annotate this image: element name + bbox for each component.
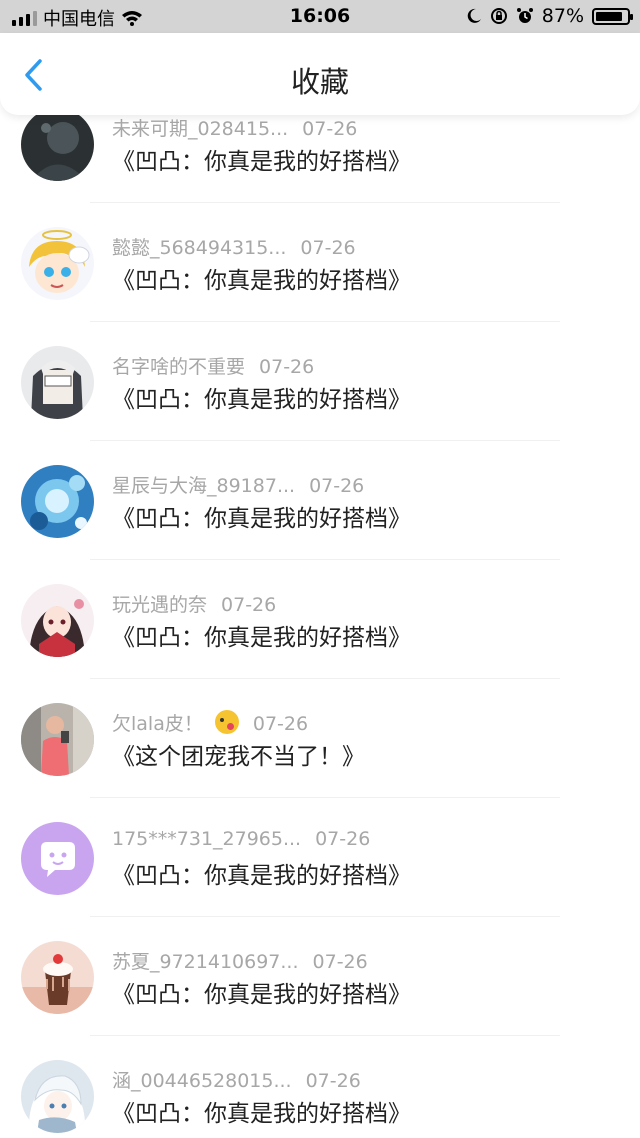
default-purple-avatar <box>21 822 94 895</box>
work-title[interactable]: 《凹凸：你真是我的好搭档》 <box>112 856 411 890</box>
list-item[interactable]: 175***731_27965... 07-26 《凹凸：你真是我的好搭档》 <box>0 798 640 917</box>
username[interactable]: 名字啥的不重要 <box>112 356 245 378</box>
username[interactable]: 星辰与大海_89187... <box>112 475 295 497</box>
item-meta: 涵_00446528015... 07-26 <box>112 1066 361 1093</box>
battery-percent: 87% <box>541 5 584 27</box>
avatar[interactable] <box>21 227 94 300</box>
work-title[interactable]: 《凹凸：你真是我的好搭档》 <box>112 618 411 652</box>
username[interactable]: 175***731_27965... <box>112 828 301 850</box>
battery-icon <box>592 7 633 25</box>
rotation-lock-icon <box>490 8 507 24</box>
avatar[interactable] <box>21 822 94 895</box>
username[interactable]: 懿懿_568494315... <box>112 237 286 259</box>
status-bar: 中国电信 16:06 87% <box>0 0 640 33</box>
avatar[interactable] <box>21 941 94 1014</box>
blue-art-avatar <box>21 465 94 538</box>
list-item[interactable]: 星辰与大海_89187... 07-26 《凹凸：你真是我的好搭档》 <box>0 441 640 560</box>
item-meta: 未来可期_028415... 07-26 <box>112 114 357 141</box>
item-meta: 名字啥的不重要 07-26 <box>112 352 314 379</box>
item-date: 07-26 <box>221 594 277 616</box>
avatar[interactable] <box>21 1060 94 1133</box>
anime-red-avatar <box>21 584 94 657</box>
battery-fill <box>596 11 622 21</box>
work-title[interactable]: 《这个团宠我不当了！》 <box>112 737 365 771</box>
list-item[interactable]: 玩光遇的奈 07-26 《凹凸：你真是我的好搭档》 <box>0 560 640 679</box>
username[interactable]: 未来可期_028415... <box>112 118 288 140</box>
list-item[interactable]: 欠lala皮！ 07-26 《这个团宠我不当了！》 <box>0 679 640 798</box>
item-date: 07-26 <box>252 713 309 735</box>
tongue-wink-emoji <box>214 710 239 734</box>
item-date: 07-26 <box>312 951 368 973</box>
list-item[interactable]: 名字啥的不重要 07-26 《凹凸：你真是我的好搭档》 <box>0 322 640 441</box>
avatar[interactable] <box>21 346 94 419</box>
item-date: 07-26 <box>300 237 356 259</box>
username[interactable]: 涵_00446528015... <box>112 1070 292 1092</box>
avatar[interactable] <box>21 465 94 538</box>
anime-grey-avatar <box>21 346 94 419</box>
list-item[interactable]: 懿懿_568494315... 07-26 《凹凸：你真是我的好搭档》 <box>0 203 640 322</box>
item-date: 07-26 <box>302 118 358 140</box>
avatar[interactable] <box>21 584 94 657</box>
nav-bar: 收藏 <box>0 33 640 115</box>
work-title[interactable]: 《凹凸：你真是我的好搭档》 <box>112 261 411 295</box>
work-title[interactable]: 《凹凸：你真是我的好搭档》 <box>112 975 411 1009</box>
anime-white-avatar <box>21 1060 94 1133</box>
list-item[interactable]: 苏夏_9721410697... 07-26 《凹凸：你真是我的好搭档》 <box>0 917 640 1036</box>
username[interactable]: 玩光遇的奈 <box>112 594 207 616</box>
work-title[interactable]: 《凹凸：你真是我的好搭档》 <box>112 499 411 533</box>
item-date: 07-26 <box>259 356 315 378</box>
item-meta: 懿懿_568494315... 07-26 <box>112 233 356 260</box>
work-title[interactable]: 《凹凸：你真是我的好搭档》 <box>112 142 411 176</box>
item-meta: 175***731_27965... 07-26 <box>112 828 370 850</box>
item-meta: 星辰与大海_89187... 07-26 <box>112 471 364 498</box>
favorites-list: 未来可期_028415... 07-26 《凹凸：你真是我的好搭档》 懿懿_56849… <box>0 84 640 1138</box>
page-title: 收藏 <box>290 65 349 99</box>
item-date: 07-26 <box>305 1070 361 1092</box>
work-title[interactable]: 《凹凸：你真是我的好搭档》 <box>112 380 411 414</box>
dark-avatar <box>21 108 94 181</box>
item-meta: 苏夏_9721410697... 07-26 <box>112 947 368 974</box>
avatar[interactable] <box>21 703 94 776</box>
work-title[interactable]: 《凹凸：你真是我的好搭档》 <box>112 1094 411 1128</box>
item-date: 07-26 <box>309 475 365 497</box>
list-item[interactable]: 涵_00446528015... 07-26 《凹凸：你真是我的好搭档》 <box>0 1036 640 1138</box>
alarm-icon <box>516 8 533 23</box>
dessert-avatar <box>21 941 94 1014</box>
item-date: 07-26 <box>315 828 371 850</box>
username[interactable]: 欠lala皮！ <box>112 713 203 735</box>
anime-yellow-avatar <box>21 227 94 300</box>
status-right: 87% <box>466 5 633 27</box>
avatar[interactable] <box>21 108 94 181</box>
moon-icon <box>467 8 481 23</box>
screen: 中国电信 16:06 87% 未来可期_028415... 07-26 《凹凸：… <box>0 0 640 1138</box>
username[interactable]: 苏夏_9721410697... <box>112 951 299 973</box>
item-meta: 欠lala皮！ 07-26 <box>112 709 308 736</box>
photo-avatar <box>21 703 94 776</box>
item-meta: 玩光遇的奈 07-26 <box>112 590 276 617</box>
